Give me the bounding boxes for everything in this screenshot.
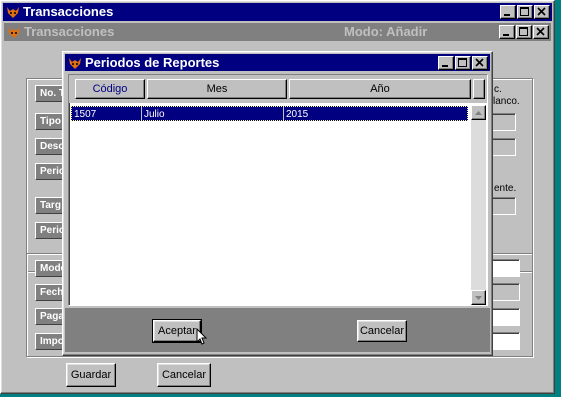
app-fox-icon xyxy=(69,58,81,69)
periodos-dialog: Periodos de Reportes Código Mes Año 1507… xyxy=(62,51,493,356)
cell-divider xyxy=(283,107,284,120)
main-window-titlebar[interactable]: Transacciones xyxy=(3,3,552,21)
minimize-button[interactable] xyxy=(500,5,516,19)
app-fox-icon xyxy=(7,7,19,18)
cancel-button[interactable]: Cancelar xyxy=(157,363,211,387)
side-text-blanco: lanco. xyxy=(493,96,520,107)
cell-anio: 2015 xyxy=(286,109,309,120)
save-button[interactable]: Guardar xyxy=(66,363,116,387)
inner-maximize-button[interactable] xyxy=(516,25,532,39)
main-window-title: Transacciones xyxy=(23,4,114,19)
inner-window-title: Transacciones xyxy=(24,24,115,39)
side-text-c: c. xyxy=(494,84,502,95)
grid-header: Código Mes Año xyxy=(69,75,487,103)
maximize-icon xyxy=(458,58,467,67)
cell-divider xyxy=(141,107,142,120)
dialog-minimize-button[interactable] xyxy=(438,56,454,70)
scroll-up-icon xyxy=(475,111,482,115)
minimize-icon xyxy=(504,14,510,16)
inner-close-button[interactable] xyxy=(533,25,549,39)
side-text-ente: ente. xyxy=(494,183,517,194)
dialog-button-panel: Aceptar Cancelar xyxy=(65,308,490,352)
maximize-button[interactable] xyxy=(517,5,533,19)
accept-button[interactable]: Aceptar xyxy=(152,319,202,343)
maximize-icon xyxy=(520,7,529,16)
dialog-maximize-button[interactable] xyxy=(455,56,471,70)
scroll-down-icon xyxy=(475,296,482,300)
dialog-cancel-button[interactable]: Cancelar xyxy=(357,320,407,342)
minimize-icon xyxy=(503,34,509,36)
dialog-titlebar[interactable]: Periodos de Reportes xyxy=(65,54,490,71)
mode-text: Modo: Añadir xyxy=(344,24,428,39)
app-fox-icon xyxy=(8,27,20,38)
column-header-anio[interactable]: Año xyxy=(289,79,471,99)
table-row[interactable]: 1507 Julio 2015 xyxy=(71,106,468,121)
dialog-title: Periodos de Reportes xyxy=(85,55,220,70)
inner-minimize-button[interactable] xyxy=(499,25,515,39)
close-icon xyxy=(475,58,484,67)
column-header-codigo[interactable]: Código xyxy=(75,79,145,99)
minimize-icon xyxy=(442,65,448,67)
column-header-extra[interactable] xyxy=(473,79,485,99)
close-button[interactable] xyxy=(534,5,550,19)
inner-window-titlebar[interactable]: Transacciones Modo: Añadir xyxy=(4,23,551,41)
close-icon xyxy=(537,7,546,16)
periods-grid: Código Mes Año 1507 Julio 2015 xyxy=(68,74,488,306)
scroll-down-button[interactable] xyxy=(471,290,486,305)
column-header-mes[interactable]: Mes xyxy=(147,79,287,99)
cell-mes: Julio xyxy=(144,109,165,120)
mouse-cursor-icon xyxy=(196,328,208,345)
dialog-close-button[interactable] xyxy=(472,56,488,70)
scroll-up-button[interactable] xyxy=(471,105,486,120)
vertical-scrollbar[interactable] xyxy=(471,105,486,305)
cell-codigo: 1507 xyxy=(74,109,97,120)
maximize-icon xyxy=(519,27,528,36)
close-icon xyxy=(536,27,545,36)
